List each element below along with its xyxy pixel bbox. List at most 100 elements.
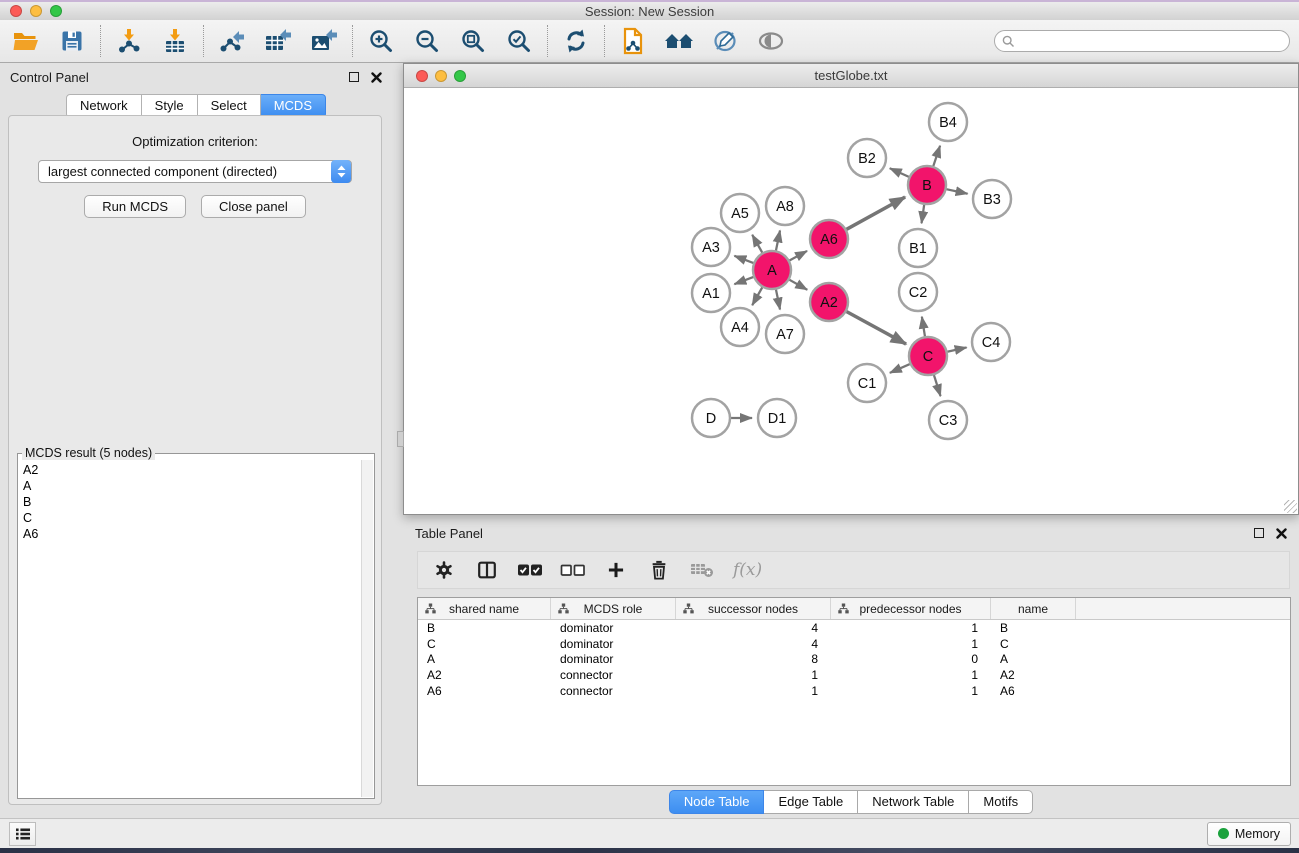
mcds-result-scrollbar[interactable] <box>361 460 373 797</box>
show-hide-icon[interactable] <box>755 25 787 57</box>
import-table-icon[interactable] <box>159 25 191 57</box>
table-cell: dominator <box>551 637 676 651</box>
export-table-icon[interactable] <box>262 25 294 57</box>
edge-A6-B[interactable] <box>845 197 905 230</box>
table-panel-title: Table Panel <box>415 526 483 541</box>
export-image-icon[interactable] <box>308 25 340 57</box>
network-view-window: testGlobe.txt B4B2BB3B1A5A8A6A3AA1A2A4A7… <box>403 63 1299 515</box>
mcds-result-item[interactable]: A2 <box>19 462 361 478</box>
edge-A-A5[interactable] <box>752 235 763 255</box>
edge-B-B1[interactable] <box>922 203 925 223</box>
tab-network-table[interactable]: Network Table <box>858 790 969 814</box>
edge-A-A1[interactable] <box>734 276 755 284</box>
edge-A-A6[interactable] <box>788 251 807 261</box>
tab-node-table[interactable]: Node Table <box>669 790 765 814</box>
criterion-select[interactable]: largest connected component (directed) <box>38 160 352 183</box>
edge-A-A4[interactable] <box>752 286 763 306</box>
edge-C-C1[interactable] <box>890 363 912 373</box>
column-header-MCDS-role[interactable]: MCDS role <box>551 598 676 619</box>
float-table-panel-icon[interactable] <box>1254 528 1264 538</box>
column-header-successor-nodes[interactable]: successor nodes <box>676 598 831 619</box>
annotation-mode-icon[interactable] <box>709 25 741 57</box>
float-panel-icon[interactable] <box>349 72 359 82</box>
table-body: Bdominator41BCdominator41CAdominator80AA… <box>418 620 1290 699</box>
mcds-result-box: MCDS result (5 nodes) A2ABCA6 <box>17 453 375 799</box>
zoom-fit-icon[interactable] <box>457 25 489 57</box>
column-view-icon[interactable] <box>473 556 501 584</box>
edge-A-A7[interactable] <box>776 288 780 310</box>
zoom-selected-icon[interactable] <box>503 25 535 57</box>
status-bar: Memory <box>0 818 1299 848</box>
delete-column-icon[interactable] <box>645 556 673 584</box>
node-label-C: C <box>923 349 933 365</box>
zoom-in-icon[interactable] <box>365 25 397 57</box>
edge-A-A3[interactable] <box>734 256 755 264</box>
network-file-icon[interactable] <box>617 25 649 57</box>
table-cell: A2 <box>418 668 551 682</box>
home-icon[interactable] <box>663 25 695 57</box>
memory-button[interactable]: Memory <box>1207 822 1291 846</box>
table-cell: A <box>991 652 1076 666</box>
control-panel: Control Panel NetworkStyleSelectMCDS Opt… <box>0 63 392 813</box>
column-header-predecessor-nodes[interactable]: predecessor nodes <box>831 598 991 619</box>
apply-layout-icon[interactable] <box>560 25 592 57</box>
mcds-result-item[interactable]: A <box>19 478 361 494</box>
save-session-icon[interactable] <box>56 25 88 57</box>
zoom-out-icon[interactable] <box>411 25 443 57</box>
select-all-icon[interactable] <box>516 556 544 584</box>
mcds-result-item[interactable]: C <box>19 510 361 526</box>
export-network-icon[interactable] <box>216 25 248 57</box>
table-row[interactable]: Adominator80A <box>418 652 1290 668</box>
edge-A2-C[interactable] <box>845 311 906 344</box>
tab-motifs[interactable]: Motifs <box>969 790 1033 814</box>
close-panel-icon[interactable] <box>371 72 382 83</box>
table-cell: dominator <box>551 621 676 635</box>
network-canvas[interactable]: B4B2BB3B1A5A8A6A3AA1A2A4A7C2C4CC1C3DD1 <box>404 88 1298 514</box>
table-panel: Table Panel <box>403 518 1299 818</box>
function-builder-icon[interactable]: f(x) <box>731 556 762 584</box>
network-window-titlebar[interactable]: testGlobe.txt <box>404 64 1298 88</box>
edge-C-C3[interactable] <box>933 373 940 396</box>
tab-edge-table[interactable]: Edge Table <box>764 790 858 814</box>
splitter-handle[interactable] <box>397 431 404 447</box>
table-cell: A6 <box>418 684 551 698</box>
fx-label: f(x) <box>731 560 762 580</box>
deselect-all-icon[interactable] <box>559 556 587 584</box>
table-row[interactable]: Cdominator41C <box>418 636 1290 652</box>
mcds-result-list: A2ABCA6 <box>19 460 361 797</box>
toolbar-separator <box>547 25 548 57</box>
search-field[interactable] <box>994 30 1290 52</box>
edge-B-B4[interactable] <box>933 146 940 168</box>
close-table-panel-icon[interactable] <box>1276 528 1287 539</box>
node-label-C3: C3 <box>939 413 958 429</box>
close-panel-button[interactable]: Close panel <box>201 195 306 218</box>
edge-A-A2[interactable] <box>788 279 808 290</box>
edge-A-A8[interactable] <box>776 230 780 252</box>
search-input[interactable] <box>1019 34 1289 48</box>
table-cell: B <box>418 621 551 635</box>
column-header-shared-name[interactable]: shared name <box>418 598 551 619</box>
network-window-title: testGlobe.txt <box>404 68 1298 83</box>
edge-C-C2[interactable] <box>922 317 925 339</box>
window-resize-grip[interactable] <box>1284 500 1297 513</box>
mcds-result-item[interactable]: B <box>19 494 361 510</box>
mcds-result-item[interactable]: A6 <box>19 526 361 542</box>
add-column-icon[interactable] <box>602 556 630 584</box>
column-settings-icon[interactable] <box>430 556 458 584</box>
delete-table-icon[interactable] <box>688 556 716 584</box>
edge-C-C4[interactable] <box>946 347 967 352</box>
table-row[interactable]: A6connector11A6 <box>418 683 1290 699</box>
table-row[interactable]: A2connector11A2 <box>418 667 1290 683</box>
task-history-button[interactable] <box>9 822 36 846</box>
node-table[interactable]: shared nameMCDS rolesuccessor nodesprede… <box>417 597 1291 786</box>
node-label-A2: A2 <box>820 295 838 311</box>
run-mcds-button[interactable]: Run MCDS <box>84 195 186 218</box>
edge-B-B2[interactable] <box>890 168 911 177</box>
import-network-icon[interactable] <box>113 25 145 57</box>
open-session-icon[interactable] <box>10 25 42 57</box>
node-label-A5: A5 <box>731 206 749 222</box>
table-row[interactable]: Bdominator41B <box>418 620 1290 636</box>
node-label-B1: B1 <box>909 241 927 257</box>
edge-B-B3[interactable] <box>945 189 968 194</box>
column-header-name[interactable]: name <box>991 598 1076 619</box>
